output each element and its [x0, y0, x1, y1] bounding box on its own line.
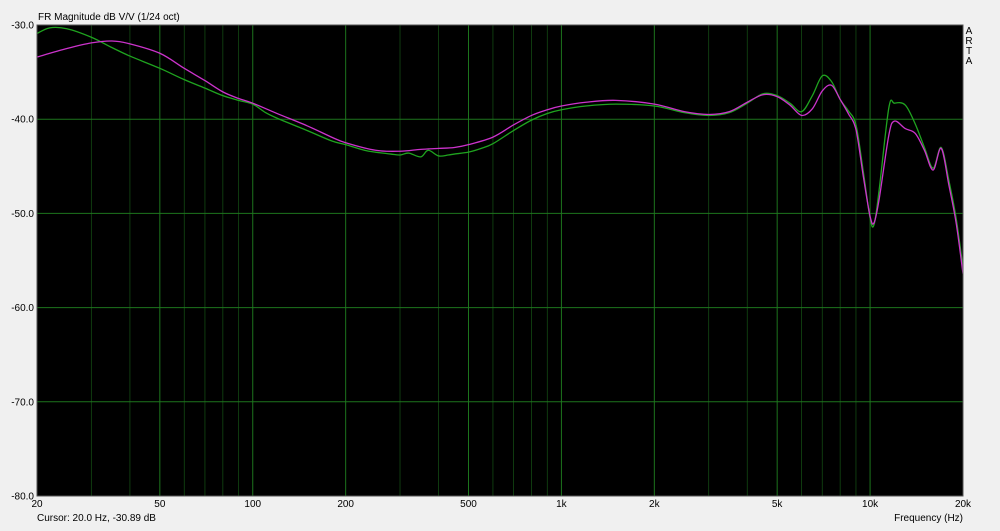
x-tick-labels: 20 50 100 200 500 1k 2k 5k 10k 20k — [31, 499, 972, 510]
x-tick-label: 10k — [862, 499, 879, 510]
x-tick-label: 50 — [154, 499, 166, 510]
x-tick-label: 2k — [649, 499, 661, 510]
y-tick-labels: -30.0-40.0-50.0-60.0-70.0-80.0 — [11, 21, 34, 503]
x-axis-label: Frequency (Hz) — [894, 513, 963, 524]
cursor-readout: Cursor: 20.0 Hz, -30.89 dB — [37, 513, 156, 524]
chart-svg: -30.0-40.0-50.0-60.0-70.0-80.0 20 50 100 20… — [11, 12, 972, 524]
x-tick-label: 20k — [955, 499, 972, 510]
x-tick-label: 20 — [31, 499, 43, 510]
arta-watermark: ARTA — [965, 26, 972, 67]
chart-title: FR Magnitude dB V/V (1/24 oct) — [38, 12, 180, 23]
x-tick-label: 200 — [337, 499, 354, 510]
x-tick-label: 100 — [244, 499, 261, 510]
x-tick-label: 500 — [460, 499, 477, 510]
plot-area[interactable] — [37, 25, 963, 496]
y-tick-label: -40.0 — [11, 115, 34, 126]
y-tick-label: -30.0 — [11, 21, 34, 32]
watermark-letter: A — [966, 56, 973, 67]
y-tick-label: -70.0 — [11, 397, 34, 408]
x-tick-label: 1k — [556, 499, 568, 510]
y-tick-label: -60.0 — [11, 303, 34, 314]
y-tick-label: -50.0 — [11, 209, 34, 220]
frequency-response-chart: -30.0 -40.0 -50.0 -60.0 -70.0 -80.0 20 50 100 20… — [0, 0, 1000, 526]
x-tick-label: 5k — [772, 499, 784, 510]
